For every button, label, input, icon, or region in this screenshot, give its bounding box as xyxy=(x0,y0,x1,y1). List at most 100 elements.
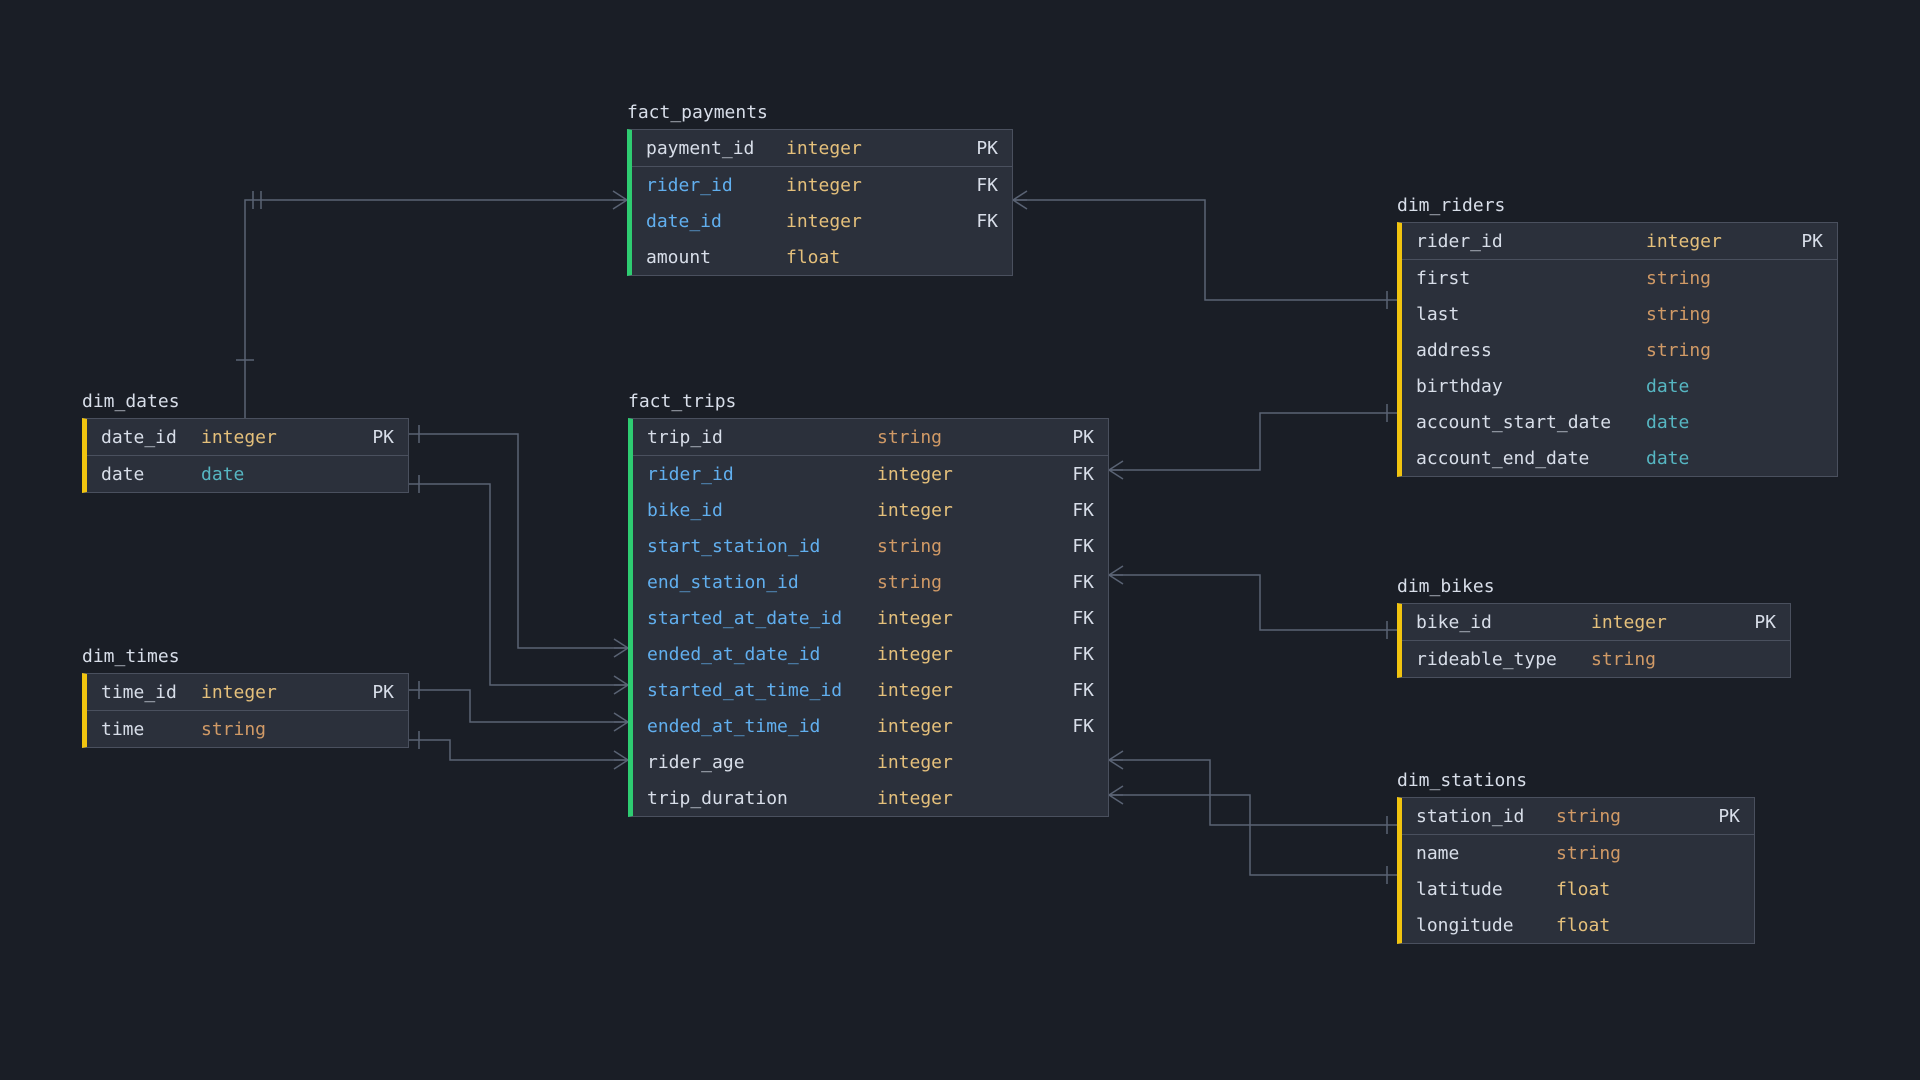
column-name: account_start_date xyxy=(1416,412,1636,433)
column-type: integer xyxy=(877,464,953,485)
column-name: latitude xyxy=(1416,879,1546,900)
column-type: float xyxy=(1556,915,1610,936)
column-type: date xyxy=(1646,448,1689,469)
column-row: date_idintegerPK xyxy=(87,419,408,455)
column-key: PK xyxy=(962,427,1094,448)
column-row: birthdaydate xyxy=(1402,368,1837,404)
column-row: trip_idstringPK xyxy=(633,419,1108,455)
column-name: ended_at_time_id xyxy=(647,716,867,737)
column-name: station_id xyxy=(1416,806,1546,827)
column-row: date_idintegerFK xyxy=(632,203,1012,239)
column-name: address xyxy=(1416,340,1636,361)
column-name: account_end_date xyxy=(1416,448,1636,469)
column-key: FK xyxy=(962,536,1094,557)
column-name: first xyxy=(1416,268,1636,289)
column-key: FK xyxy=(973,680,1094,701)
column-row: rider_age integer xyxy=(633,744,1108,780)
table-dim-stations[interactable]: dim_stations station_idstringPKnamestrin… xyxy=(1397,797,1755,944)
column-name: bike_id xyxy=(647,500,867,521)
column-name: date_id xyxy=(646,211,776,232)
column-type: string xyxy=(877,536,942,557)
column-row: account_end_date date xyxy=(1402,440,1837,476)
column-row: timestring xyxy=(87,711,408,747)
column-type: integer xyxy=(877,680,953,701)
column-row: time_id integer PK xyxy=(87,674,408,710)
column-row: namestring xyxy=(1402,835,1754,871)
column-type: date xyxy=(201,464,244,485)
column-key: FK xyxy=(973,608,1094,629)
table-dim-bikes[interactable]: dim_bikes bike_idintegerPKrideable_types… xyxy=(1397,603,1791,678)
column-type: integer xyxy=(201,682,277,703)
column-row: date date xyxy=(87,456,408,492)
column-type: integer xyxy=(877,500,953,521)
column-type: integer xyxy=(786,175,862,196)
column-name: start_station_id xyxy=(647,536,867,557)
er-diagram-canvas: fact_payments payment_idinteger PK rider_i… xyxy=(0,0,1920,1080)
column-name: rider_id xyxy=(1416,231,1636,252)
column-name: birthday xyxy=(1416,376,1636,397)
column-type: string xyxy=(1646,304,1711,325)
column-type: integer xyxy=(877,644,953,665)
column-key: PK xyxy=(1742,231,1823,252)
column-type: string xyxy=(877,572,942,593)
column-name: started_at_time_id xyxy=(647,680,867,701)
table-body: rider_id integer PK first string last string ad… xyxy=(1402,223,1837,476)
table-body: bike_idintegerPKrideable_typestring xyxy=(1402,604,1790,677)
column-name: started_at_date_id xyxy=(647,608,867,629)
column-name: longitude xyxy=(1416,915,1546,936)
table-dim-riders[interactable]: dim_riders rider_idintegerPKfirststringl… xyxy=(1397,222,1838,477)
column-type: float xyxy=(786,247,840,268)
column-name: time_id xyxy=(101,682,191,703)
column-row: longitude float xyxy=(1402,907,1754,943)
table-fact-payments[interactable]: fact_payments payment_idintegerPKrider_i… xyxy=(627,129,1013,276)
column-name: rider_id xyxy=(647,464,867,485)
column-type: string xyxy=(1556,806,1621,827)
column-name: rider_age xyxy=(647,752,867,773)
table-body: date_idintegerPKdate date xyxy=(87,419,408,492)
column-type: string xyxy=(1646,268,1711,289)
column-key: PK xyxy=(1641,806,1740,827)
column-type: integer xyxy=(877,788,953,809)
column-type: integer xyxy=(786,211,862,232)
table-body: time_id integer PK timestring xyxy=(87,674,408,747)
column-row: ended_at_time_idintegerFK xyxy=(633,708,1108,744)
column-key: PK xyxy=(297,427,394,448)
table-title: fact_trips xyxy=(628,391,736,412)
column-row: rider_idintegerFK xyxy=(632,167,1012,203)
column-name: bike_id xyxy=(1416,612,1581,633)
column-name: last xyxy=(1416,304,1636,325)
column-row: started_at_time_id integer FK xyxy=(633,672,1108,708)
table-dim-dates[interactable]: dim_dates date_idintegerPKdatedate xyxy=(82,418,409,493)
column-key: PK xyxy=(882,138,998,159)
column-type: string xyxy=(1646,340,1711,361)
column-type: integer xyxy=(877,752,953,773)
column-name: date xyxy=(101,464,191,485)
column-type: string xyxy=(1556,843,1621,864)
column-type: date xyxy=(1646,412,1689,433)
table-body: payment_idintegerPKrider_idintegerFKdate… xyxy=(632,130,1012,275)
table-body: station_idstringPKnamestringlatitudefloa… xyxy=(1402,798,1754,943)
column-name: rideable_type xyxy=(1416,649,1581,670)
column-key: FK xyxy=(973,500,1094,521)
column-row: end_station_idstringFK xyxy=(633,564,1108,600)
column-key: FK xyxy=(973,716,1094,737)
column-row: first string xyxy=(1402,260,1837,296)
table-title: dim_dates xyxy=(82,391,180,412)
column-key: PK xyxy=(1687,612,1776,633)
column-type: integer xyxy=(1646,231,1722,252)
table-title: fact_payments xyxy=(627,102,768,123)
column-name: payment_id xyxy=(646,138,776,159)
column-row: last string xyxy=(1402,296,1837,332)
table-dim-times[interactable]: dim_times time_idintegerPKtimestring xyxy=(82,673,409,748)
column-name: ended_at_date_id xyxy=(647,644,867,665)
column-name: date_id xyxy=(101,427,191,448)
table-title: dim_bikes xyxy=(1397,576,1495,597)
column-row: station_id string PK xyxy=(1402,798,1754,834)
table-title: dim_riders xyxy=(1397,195,1505,216)
column-name: rider_id xyxy=(646,175,776,196)
column-name: amount xyxy=(646,247,776,268)
table-fact-trips[interactable]: fact_trips trip_idstringPKrider_idintege… xyxy=(628,418,1109,817)
column-type: string xyxy=(201,719,266,740)
column-name: trip_duration xyxy=(647,788,867,809)
column-key: PK xyxy=(297,682,394,703)
